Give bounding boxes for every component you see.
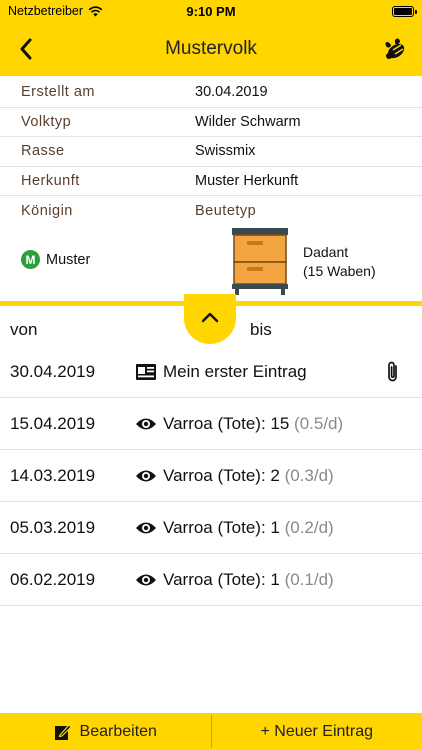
queen-button[interactable] bbox=[378, 33, 412, 67]
wifi-icon bbox=[88, 5, 103, 16]
date-filter: von bis bbox=[0, 306, 422, 350]
status-bar: Netzbetreiber 9:10 PM bbox=[0, 0, 422, 22]
battery-icon bbox=[392, 5, 417, 17]
filter-to[interactable]: bis bbox=[250, 320, 272, 340]
colony-info-table: Erstellt am 30.04.2019 Volktyp Wilder Sc… bbox=[0, 78, 422, 226]
eye-icon bbox=[134, 465, 158, 487]
eye-icon bbox=[134, 413, 158, 435]
journal-icon bbox=[134, 361, 158, 383]
info-value: Swissmix bbox=[195, 143, 256, 160]
status-left: Netzbetreiber bbox=[8, 4, 103, 18]
new-entry-button[interactable]: + Neuer Eintrag bbox=[212, 713, 422, 750]
list-item[interactable]: 15.04.2019 Varroa (Tote): 15 (0.5/d) bbox=[0, 398, 422, 450]
entry-text: Varroa (Tote): 15 (0.5/d) bbox=[163, 414, 343, 434]
info-row-colony-type: Volktyp Wilder Schwarm bbox=[0, 108, 422, 137]
info-label: Rasse bbox=[21, 143, 65, 160]
entry-text: Varroa (Tote): 1 (0.1/d) bbox=[163, 570, 334, 590]
info-value: 30.04.2019 bbox=[195, 84, 268, 101]
filter-from[interactable]: von bbox=[10, 320, 37, 340]
queen-item[interactable]: M Muster bbox=[21, 250, 90, 269]
entry-title: Varroa (Tote): 15 bbox=[163, 413, 290, 433]
list-item[interactable]: 06.02.2019 Varroa (Tote): 1 (0.1/d) bbox=[0, 554, 422, 606]
hive-description: Dadant (15 Waben) bbox=[303, 243, 376, 281]
list-item[interactable]: 05.03.2019 Varroa (Tote): 1 (0.2/d) bbox=[0, 502, 422, 554]
queen-badge: M bbox=[21, 250, 40, 269]
queen-name: Muster bbox=[46, 251, 91, 268]
entry-title: Varroa (Tote): 1 bbox=[163, 517, 280, 537]
entry-date: 06.02.2019 bbox=[10, 569, 96, 589]
entry-rate: (0.3/d) bbox=[284, 465, 334, 485]
entry-date: 05.03.2019 bbox=[10, 517, 96, 537]
info-row-created: Erstellt am 30.04.2019 bbox=[0, 78, 422, 108]
beehive-icon bbox=[232, 228, 288, 295]
entry-date: 15.04.2019 bbox=[10, 413, 96, 433]
entry-text: Varroa (Tote): 2 (0.3/d) bbox=[163, 466, 334, 486]
paperclip-icon bbox=[384, 360, 402, 384]
eye-icon bbox=[134, 517, 158, 539]
list-item[interactable]: 14.03.2019 Varroa (Tote): 2 (0.3/d) bbox=[0, 450, 422, 502]
info-label: Volktyp bbox=[21, 113, 72, 130]
carrier-label: Netzbetreiber bbox=[8, 4, 84, 18]
entry-title: Varroa (Tote): 2 bbox=[163, 465, 280, 485]
eye-icon bbox=[134, 569, 158, 591]
info-value: Muster Herkunft bbox=[195, 172, 299, 189]
entry-rate: (0.2/d) bbox=[284, 517, 334, 537]
hive-frames: (15 Waben) bbox=[303, 263, 376, 279]
nav-bar: Mustervolk bbox=[0, 22, 422, 76]
entry-text: Varroa (Tote): 1 (0.2/d) bbox=[163, 518, 334, 538]
info-label: Herkunft bbox=[21, 172, 80, 189]
back-button[interactable] bbox=[6, 28, 46, 70]
chevron-left-icon bbox=[20, 38, 32, 60]
entry-rate: (0.5/d) bbox=[294, 413, 344, 433]
hive-name: Dadant bbox=[303, 244, 349, 260]
bee-queen-icon bbox=[385, 38, 405, 59]
new-entry-button-label: + Neuer Eintrag bbox=[260, 722, 373, 740]
queen-label: Königin bbox=[21, 202, 73, 219]
entry-title: Varroa (Tote): 1 bbox=[163, 569, 280, 589]
entry-rate: (0.1/d) bbox=[284, 569, 334, 589]
entry-text: Mein erster Eintrag bbox=[163, 362, 307, 382]
entry-title: Mein erster Eintrag bbox=[163, 361, 307, 381]
hive-type-label: Beutetyp bbox=[195, 202, 257, 219]
info-label: Erstellt am bbox=[21, 84, 95, 101]
queen-hive-section: M Muster Dadant (15 Waben) bbox=[0, 222, 422, 300]
info-row-breed: Rasse Swissmix bbox=[0, 137, 422, 167]
info-row-origin: Herkunft Muster Herkunft bbox=[0, 167, 422, 196]
edit-icon bbox=[54, 723, 72, 740]
info-value: Wilder Schwarm bbox=[195, 113, 301, 130]
edit-button-label: Bearbeiten bbox=[79, 722, 157, 740]
bottom-toolbar: Bearbeiten + Neuer Eintrag bbox=[0, 713, 422, 750]
entry-date: 14.03.2019 bbox=[10, 465, 96, 485]
edit-button[interactable]: Bearbeiten bbox=[0, 713, 211, 750]
entries-list: 30.04.2019 Mein erster Eintrag 15.04.201… bbox=[0, 346, 422, 606]
status-right bbox=[392, 5, 417, 17]
list-item[interactable]: 30.04.2019 Mein erster Eintrag bbox=[0, 346, 422, 398]
page-title: Mustervolk bbox=[165, 38, 257, 59]
entry-date: 30.04.2019 bbox=[10, 361, 96, 381]
battery-fill bbox=[394, 7, 412, 15]
